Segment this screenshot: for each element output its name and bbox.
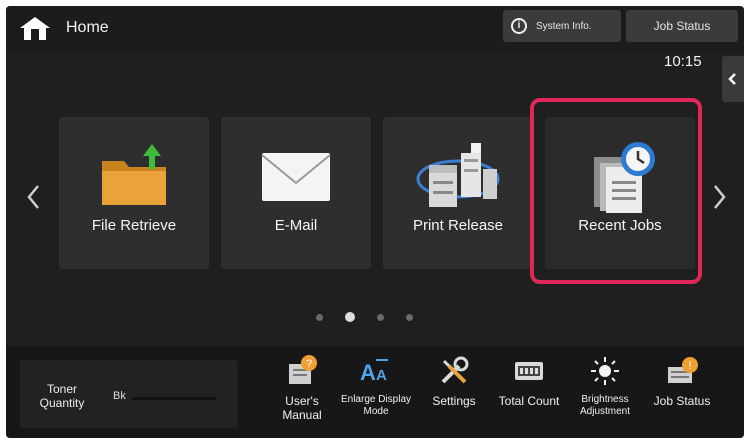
bottom-item-label: Enlarge Display Mode xyxy=(340,394,412,417)
system-info-button[interactable]: i System Info. xyxy=(503,10,621,42)
job-status-label: Job Status xyxy=(653,19,711,33)
toner-color-label: Bk xyxy=(113,390,126,402)
manual-help-icon: ? xyxy=(266,354,338,388)
settings-button[interactable]: Settings xyxy=(418,354,490,434)
job-status-button[interactable]: ! Job Status xyxy=(646,354,718,434)
folder-upload-icon xyxy=(59,139,209,209)
brightness-icon xyxy=(569,354,641,388)
svg-text:?: ? xyxy=(306,358,312,370)
enlarge-display-button[interactable]: A A Enlarge Display Mode xyxy=(340,354,412,434)
page-dot[interactable] xyxy=(316,313,323,321)
tile-file-retrieve[interactable]: File Retrieve xyxy=(59,117,209,269)
selection-highlight xyxy=(530,98,702,284)
clock: 10:15 xyxy=(664,53,702,70)
next-page-arrow[interactable] xyxy=(709,182,729,212)
page-title: Home xyxy=(66,19,109,36)
home-screen: Home i System Info. Job Status 10:15 Fil… xyxy=(6,6,744,438)
brightness-adjustment-button[interactable]: Brightness Adjustment xyxy=(569,354,641,434)
page-dot-active[interactable] xyxy=(345,312,355,322)
chevron-left-icon xyxy=(728,73,736,85)
counter-icon xyxy=(493,354,565,388)
home-button[interactable] xyxy=(18,14,52,42)
bottom-item-label: User's Manual xyxy=(282,394,322,422)
users-manual-button[interactable]: ? User's Manual xyxy=(266,354,338,434)
page-indicator xyxy=(316,312,413,322)
job-status-icon: ! xyxy=(646,354,718,388)
page-dot[interactable] xyxy=(377,313,384,321)
tile-label: E-Mail xyxy=(274,217,318,234)
bottom-item-label: Brightness Adjustment xyxy=(579,394,631,417)
enlarge-text-icon: A A xyxy=(340,354,412,388)
top-bar: Home i System Info. Job Status xyxy=(6,6,744,50)
total-count-button[interactable]: Total Count xyxy=(493,354,565,434)
info-icon: i xyxy=(511,18,527,34)
bottom-item-label: Job Status xyxy=(653,394,711,408)
wrench-screwdriver-icon xyxy=(418,354,490,388)
network-printers-icon xyxy=(383,139,533,209)
system-info-label: System Info. xyxy=(536,20,592,32)
home-icon xyxy=(20,17,50,40)
prev-page-arrow[interactable] xyxy=(24,182,44,212)
svg-text:A: A xyxy=(376,367,387,384)
toner-quantity-panel: Toner Quantity Bk xyxy=(20,360,238,428)
bottom-item-label: Total Count xyxy=(498,394,560,408)
envelope-icon xyxy=(221,139,371,209)
tile-label: Print Release xyxy=(412,217,504,234)
svg-text:A: A xyxy=(360,360,376,385)
bottom-item-label: Settings xyxy=(432,394,476,408)
tile-print-release[interactable]: Print Release xyxy=(383,117,533,269)
page-dot[interactable] xyxy=(406,313,413,321)
side-panel-toggle[interactable] xyxy=(722,56,744,102)
tile-email[interactable]: E-Mail xyxy=(221,117,371,269)
job-status-button-top[interactable]: Job Status xyxy=(626,10,738,42)
tile-label: File Retrieve xyxy=(91,217,177,234)
bottom-bar: Toner Quantity Bk ? User's Manual A A En… xyxy=(6,346,744,438)
svg-text:!: ! xyxy=(688,360,691,372)
toner-level-bar xyxy=(132,397,216,400)
toner-label: Toner Quantity xyxy=(39,382,85,410)
